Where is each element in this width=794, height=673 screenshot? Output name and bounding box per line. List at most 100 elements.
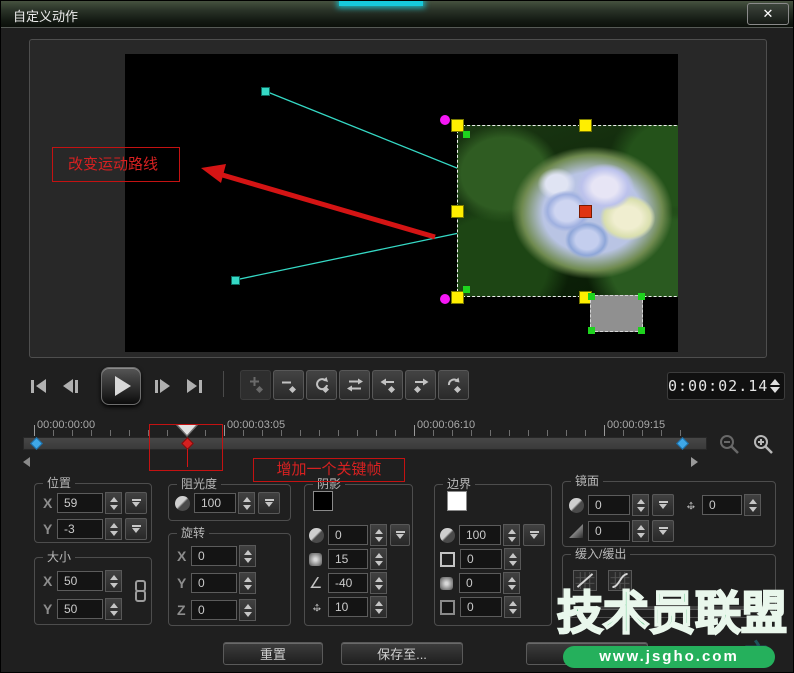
border-keyframe-button[interactable] <box>523 524 545 546</box>
play-button[interactable] <box>101 367 141 405</box>
rotation-handle-top[interactable] <box>440 115 450 125</box>
border-inner-input[interactable]: 0 <box>460 597 502 617</box>
path-node-handle[interactable] <box>261 87 270 96</box>
position-y-keyframe-button[interactable] <box>125 518 147 540</box>
spin-down-icon[interactable] <box>509 561 517 566</box>
spin-down-icon[interactable] <box>508 537 516 542</box>
shadow-color-swatch[interactable] <box>313 491 333 511</box>
mirror-offset-spinner[interactable] <box>744 494 761 516</box>
spin-up-icon[interactable] <box>110 603 118 608</box>
spin-down-icon[interactable] <box>508 585 516 590</box>
spin-up-icon[interactable] <box>244 550 252 555</box>
spin-up-icon[interactable] <box>749 499 757 504</box>
rotation-y-spinner[interactable] <box>239 572 256 594</box>
add-keyframe-button[interactable] <box>240 370 271 400</box>
spin-up-icon[interactable] <box>770 379 780 385</box>
rotation-handle-bottom[interactable] <box>440 294 450 304</box>
zoom-out-icon[interactable] <box>719 434 741 456</box>
shadow-opacity-spinner[interactable] <box>370 524 387 546</box>
mirror-keyframe-button[interactable] <box>652 494 674 516</box>
spin-down-icon[interactable] <box>244 585 252 590</box>
proxy-handle-nw[interactable] <box>588 293 595 300</box>
opacity-spinner[interactable] <box>238 492 255 514</box>
previous-frame-button[interactable] <box>63 375 78 397</box>
reverse-keyframes-button[interactable] <box>306 370 337 400</box>
spin-down-icon[interactable] <box>509 609 517 614</box>
spin-up-icon[interactable] <box>509 553 517 558</box>
path-node-handle[interactable] <box>231 276 240 285</box>
spin-up-icon[interactable] <box>375 601 383 606</box>
mirror-opacity-spinner[interactable] <box>632 494 649 516</box>
timeline-track[interactable] <box>23 437 707 450</box>
spin-down-icon[interactable] <box>637 507 645 512</box>
rotation-z-input[interactable]: 0 <box>191 600 237 620</box>
proxy-handle-sw[interactable] <box>588 327 595 334</box>
border-width-spinner[interactable] <box>504 548 521 570</box>
swap-keyframes-button[interactable] <box>339 370 370 400</box>
spin-down-icon[interactable] <box>110 583 118 588</box>
spin-down-icon[interactable] <box>637 533 645 538</box>
spin-up-icon[interactable] <box>509 601 517 606</box>
border-width-input[interactable]: 0 <box>460 549 502 569</box>
spin-up-icon[interactable] <box>110 523 118 528</box>
opacity-keyframe-button[interactable] <box>258 492 280 514</box>
spin-up-icon[interactable] <box>637 525 645 530</box>
rotation-x-input[interactable]: 0 <box>191 546 237 566</box>
spin-up-icon[interactable] <box>110 575 118 580</box>
spin-down-icon[interactable] <box>375 609 383 614</box>
spin-down-icon[interactable] <box>110 611 118 616</box>
border-color-swatch[interactable] <box>447 491 467 511</box>
shadow-opacity-input[interactable]: 0 <box>328 525 368 545</box>
mirror-gradient-keyframe-button[interactable] <box>652 520 674 542</box>
border-inner-spinner[interactable] <box>504 596 521 618</box>
rotation-x-spinner[interactable] <box>239 545 256 567</box>
size-y-spinner[interactable] <box>105 598 122 620</box>
spin-down-icon[interactable] <box>770 387 780 393</box>
spin-up-icon[interactable] <box>508 577 516 582</box>
spin-down-icon[interactable] <box>375 561 383 566</box>
position-y-spinner[interactable] <box>105 518 122 540</box>
shadow-soft-spinner[interactable] <box>370 548 387 570</box>
rotation-z-spinner[interactable] <box>239 599 256 621</box>
spin-down-icon[interactable] <box>749 507 757 512</box>
shadow-distance-input[interactable]: 10 <box>328 597 368 617</box>
timeline-scroll-left-icon[interactable] <box>23 457 30 467</box>
spin-down-icon[interactable] <box>110 531 118 536</box>
remove-keyframe-button[interactable] <box>273 370 304 400</box>
spin-up-icon[interactable] <box>508 529 516 534</box>
spin-up-icon[interactable] <box>244 604 252 609</box>
spin-down-icon[interactable] <box>375 537 383 542</box>
shadow-proxy-rect[interactable] <box>590 295 643 332</box>
size-x-input[interactable]: 50 <box>57 571 103 591</box>
mirror-opacity-input[interactable]: 0 <box>588 495 630 515</box>
spin-up-icon[interactable] <box>375 553 383 558</box>
shift-keyframe-left-button[interactable] <box>372 370 403 400</box>
spin-down-icon[interactable] <box>110 505 118 510</box>
distort-handle-nw[interactable] <box>463 131 470 138</box>
shadow-keyframe-button[interactable] <box>390 524 410 546</box>
save-as-button[interactable]: 保存至... <box>341 642 463 665</box>
mirror-offset-input[interactable]: 0 <box>702 495 742 515</box>
size-x-spinner[interactable] <box>105 570 122 592</box>
timeline-scroll-right-icon[interactable] <box>691 457 698 467</box>
go-to-end-button[interactable] <box>187 375 202 397</box>
border-opacity-spinner[interactable] <box>503 524 520 546</box>
next-frame-button[interactable] <box>155 375 170 397</box>
zoom-in-icon[interactable] <box>753 434 775 456</box>
opacity-input[interactable]: 100 <box>194 493 236 513</box>
shadow-angle-spinner[interactable] <box>370 572 387 594</box>
spin-down-icon[interactable] <box>244 612 252 617</box>
spin-down-icon[interactable] <box>244 558 252 563</box>
shadow-soft-input[interactable]: 15 <box>328 549 368 569</box>
spin-down-icon[interactable] <box>375 585 383 590</box>
link-aspect-icon[interactable] <box>133 580 147 602</box>
spin-up-icon[interactable] <box>375 577 383 582</box>
position-x-spinner[interactable] <box>105 492 122 514</box>
position-x-input[interactable]: 59 <box>57 493 103 513</box>
shadow-distance-spinner[interactable] <box>370 596 387 618</box>
shift-keyframe-right-button[interactable] <box>405 370 436 400</box>
clip-image[interactable] <box>457 125 678 297</box>
border-soft-input[interactable]: 0 <box>459 573 501 593</box>
timecode-spinner[interactable] <box>768 379 784 393</box>
mirror-gradient-input[interactable]: 0 <box>588 521 630 541</box>
